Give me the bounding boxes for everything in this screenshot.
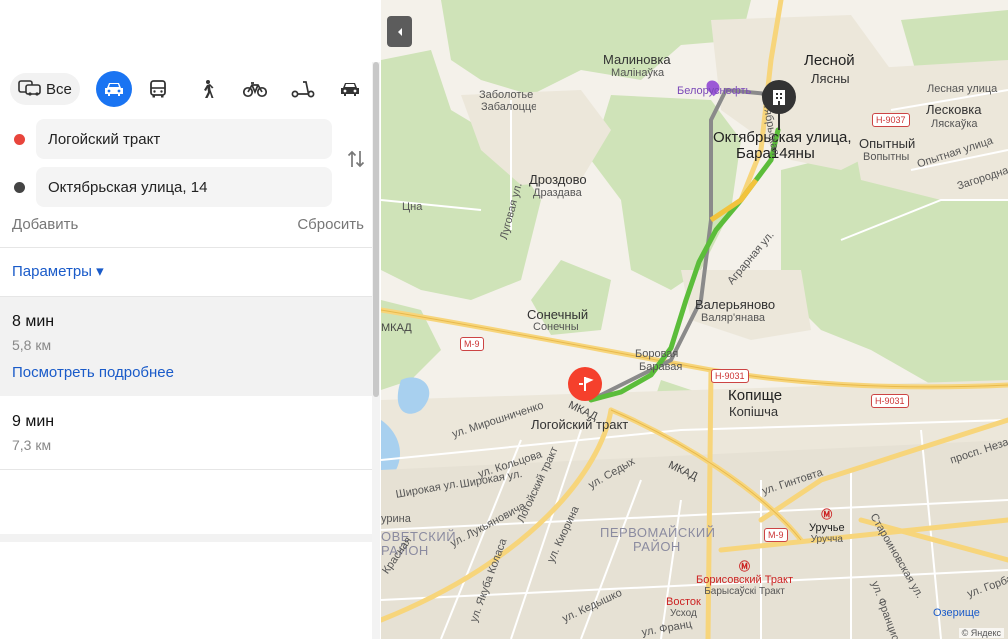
route-start-icon: [579, 377, 594, 391]
map-label: Сонечны: [533, 321, 579, 333]
map-label: Валяр'янава: [701, 312, 766, 324]
start-label: Логойский тракт: [531, 417, 629, 432]
map-label: Копище: [728, 387, 783, 404]
swap-arrows-icon: [347, 150, 365, 168]
scrollbar-thumb[interactable]: [373, 62, 379, 397]
map-label: Баравая: [639, 361, 683, 373]
road-shield: M-9: [460, 337, 484, 351]
car-bus-icon: [18, 77, 42, 101]
mode-all-button[interactable]: Все: [10, 73, 80, 105]
route-point-from: Логойский тракт: [0, 119, 372, 159]
walk-icon: [204, 80, 214, 98]
parameters-toggle[interactable]: Параметры ▾: [12, 262, 104, 280]
road-shield: H-9037: [872, 113, 910, 127]
map-label: Озерище: [933, 607, 980, 619]
map-label: Малінаўка: [611, 67, 665, 79]
road-shield: H-9031: [711, 369, 749, 383]
metro-station[interactable]: Восток Усход: [666, 596, 701, 619]
map-label: Драздава: [533, 187, 582, 199]
route-time: 9 мин: [12, 413, 55, 430]
metro-station[interactable]: Ⓜ Борисовский Тракт Барысаўскі Тракт: [696, 558, 793, 597]
from-input[interactable]: Логойский тракт: [36, 119, 332, 159]
transport-mode-bar: Все: [10, 71, 370, 107]
route-option-2[interactable]: 9 мин 7,3 км: [0, 397, 372, 469]
district-label: РАЙОН: [633, 539, 681, 554]
map-copyright: © Яндекс: [958, 628, 1004, 638]
district-label: ПЕРВОМАЙСКИЙ: [600, 525, 716, 540]
route-time: 8 мин: [12, 313, 55, 330]
route-option-1[interactable]: 8 мин 5,8 км Посмотреть подробнее: [0, 297, 372, 396]
route-point-to: Октябрьская улица, 14: [0, 167, 372, 207]
start-point-dot: [14, 134, 25, 145]
destination-pin-stem: [778, 112, 780, 130]
reset-button[interactable]: Сбросить: [297, 216, 364, 233]
map-label: Лесковка: [926, 102, 982, 117]
map-label: Копішча: [729, 404, 779, 419]
map-label: Цна: [402, 201, 423, 213]
route-distance: 5,8 км: [12, 337, 52, 353]
building-icon: [773, 90, 785, 105]
map-label: Белоруснефть: [677, 85, 752, 97]
bike-icon: [243, 82, 267, 98]
to-input[interactable]: Октябрьская улица, 14: [36, 167, 332, 207]
road-shield: H-9031: [871, 394, 909, 408]
map-label: Забалоцце: [481, 102, 536, 113]
mode-walk-button[interactable]: [189, 71, 225, 107]
map-label: Дроздово: [529, 172, 587, 187]
mode-bus-button[interactable]: [140, 71, 176, 107]
scooter-icon: [291, 81, 315, 98]
mode-bike-button[interactable]: [237, 71, 273, 107]
map-label: Лесной: [804, 52, 855, 69]
sidebar-panel: Все Логойский тракт Октябрьская улица, 1…: [0, 0, 381, 639]
map-label: Сонечный: [527, 307, 589, 322]
map-label: урина: [381, 513, 411, 525]
chevron-left-icon: [397, 27, 402, 36]
metro-station[interactable]: Ⓜ Уручье Уручча: [809, 506, 845, 545]
road-shield: M-9: [764, 528, 788, 542]
map-label: Вопытны: [863, 151, 910, 163]
metro-icon: Ⓜ: [821, 509, 833, 521]
map-label: Боровая: [635, 348, 679, 360]
divider: [0, 469, 372, 470]
taxi-icon: [341, 83, 359, 96]
map-view[interactable]: Лесной Лясны Малиновка Малінаўка Заболот…: [381, 0, 1008, 639]
route-distance: 7,3 км: [12, 437, 52, 453]
mode-car-button[interactable]: [96, 71, 132, 107]
map-label: МКАД: [381, 322, 412, 334]
add-point-button[interactable]: Добавить: [12, 216, 78, 233]
end-point-dot: [14, 182, 25, 193]
divider: [0, 247, 372, 248]
start-pin[interactable]: [568, 367, 602, 401]
map-label: Лесная улица: [927, 83, 998, 95]
swap-points-button[interactable]: [345, 148, 367, 170]
map-label: Валерьяново: [695, 297, 776, 312]
map-label: Малиновка: [603, 52, 671, 67]
map-label: Лясны: [811, 71, 850, 86]
panel-footer-bar: [0, 534, 372, 542]
map-label: Ляскаўка: [931, 118, 978, 130]
mode-taxi-button[interactable]: [332, 71, 368, 107]
mode-all-label: Все: [46, 80, 72, 98]
route-actions: Добавить Сбросить: [12, 216, 364, 236]
destination-pin[interactable]: [762, 80, 796, 114]
metro-icon: Ⓜ: [739, 561, 751, 573]
car-icon: [105, 83, 123, 96]
destination-label: Октябрьская улица,: [713, 129, 852, 146]
mode-scooter-button[interactable]: [285, 71, 321, 107]
map-label: Опытный: [859, 136, 916, 151]
map-label: Заболотье: [479, 89, 534, 101]
route-details-link[interactable]: Посмотреть подробнее: [12, 364, 174, 381]
collapse-panel-button[interactable]: [387, 16, 412, 47]
district-label: ОВЕТСКИЙ: [381, 529, 457, 544]
bus-icon: [150, 80, 166, 98]
